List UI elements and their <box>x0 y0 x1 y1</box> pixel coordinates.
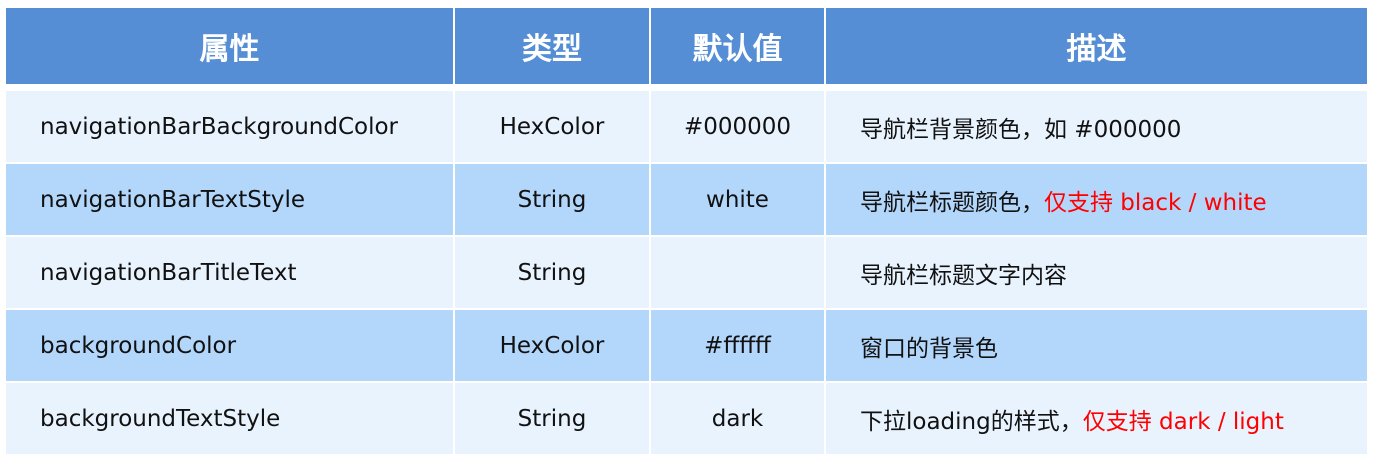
table-row: navigationBarTextStyle String white 导航栏标… <box>6 164 1367 235</box>
cell-property: backgroundColor <box>6 310 453 381</box>
cell-type: HexColor <box>455 310 649 381</box>
header-default: 默认值 <box>651 8 824 89</box>
cell-type: String <box>455 383 649 454</box>
table-row: backgroundTextStyle String dark 下拉loadin… <box>6 383 1367 454</box>
cell-property: navigationBarTitleText <box>6 237 453 308</box>
header-description: 描述 <box>826 8 1367 89</box>
cell-default: dark <box>651 383 824 454</box>
cell-property: navigationBarTextStyle <box>6 164 453 235</box>
cell-type: String <box>455 164 649 235</box>
cell-type: String <box>455 237 649 308</box>
cell-default: #ffffff <box>651 310 824 381</box>
cell-property: backgroundTextStyle <box>6 383 453 454</box>
cell-description: 导航栏标题文字内容 <box>826 237 1367 308</box>
table-row: navigationBarTitleText String 导航栏标题文字内容 <box>6 237 1367 308</box>
header-type: 类型 <box>455 8 649 89</box>
description-text: 导航栏标题颜色， <box>860 189 1044 216</box>
cell-type: HexColor <box>455 91 649 162</box>
cell-default: white <box>651 164 824 235</box>
table-row: navigationBarBackgroundColor HexColor #0… <box>6 91 1367 162</box>
cell-description: 窗口的背景色 <box>826 310 1367 381</box>
table-row: backgroundColor HexColor #ffffff 窗口的背景色 <box>6 310 1367 381</box>
header-row: 属性 类型 默认值 描述 <box>6 8 1367 89</box>
description-text: 下拉loading的样式， <box>860 408 1083 435</box>
cell-default: #000000 <box>651 91 824 162</box>
cell-default <box>651 237 824 308</box>
description-text: 导航栏标题文字内容 <box>860 262 1067 289</box>
cell-description: 下拉loading的样式，仅支持 dark / light <box>826 383 1367 454</box>
description-note: 仅支持 dark / light <box>1082 408 1284 435</box>
header-property: 属性 <box>6 8 453 89</box>
cell-property: navigationBarBackgroundColor <box>6 91 453 162</box>
cell-description: 导航栏背景颜色，如 #000000 <box>826 91 1367 162</box>
description-text: 窗口的背景色 <box>860 335 998 362</box>
description-note: 仅支持 black / white <box>1044 189 1267 216</box>
cell-description: 导航栏标题颜色，仅支持 black / white <box>826 164 1367 235</box>
properties-table: 属性 类型 默认值 描述 navigationBarBackgroundColo… <box>4 6 1369 456</box>
description-text: 导航栏背景颜色，如 #000000 <box>860 116 1182 143</box>
